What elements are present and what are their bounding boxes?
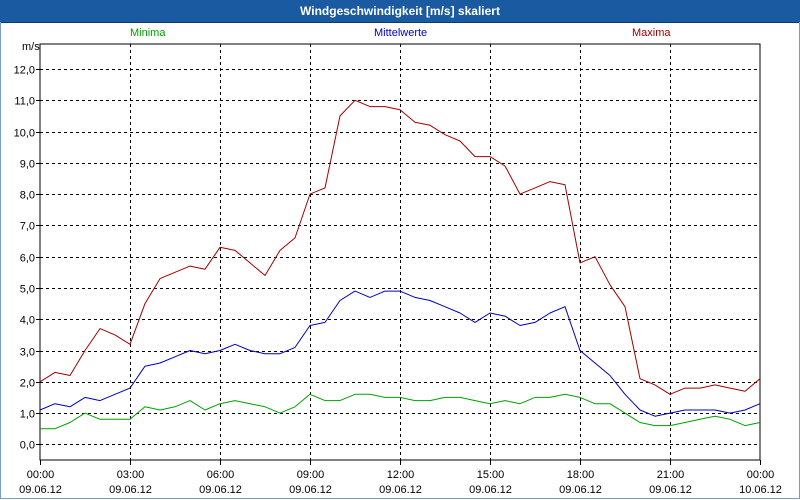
y-tick-label: 12,0 xyxy=(14,65,35,77)
y-tick-label: 0,0 xyxy=(20,440,35,452)
x-tick-date: 09.06.12 xyxy=(469,484,512,496)
x-tick-date: 10.06.12 xyxy=(739,484,782,496)
y-tick-label: 2,0 xyxy=(20,378,35,390)
x-tick-date: 09.06.12 xyxy=(559,484,602,496)
x-tick-time: 03:00 xyxy=(117,469,145,481)
series-group xyxy=(39,99,761,430)
legend-maxima: Maxima xyxy=(632,27,671,39)
chart-title: Windgeschwindigkeit [m/s] skaliert xyxy=(0,0,800,23)
x-axis: 00:00 09.06.12 03:00 09.06.12 06:00 09.06.12 0… xyxy=(19,460,782,496)
x-tick-date: 09.06.12 xyxy=(109,484,152,496)
x-tick-date: 09.06.12 xyxy=(19,484,62,496)
x-tick-time: 15:00 xyxy=(477,469,505,481)
y-tick-label: 5,0 xyxy=(20,284,35,296)
y-tick-label: 4,0 xyxy=(20,315,35,327)
x-tick-time: 18:00 xyxy=(567,469,595,481)
x-tick-time: 21:00 xyxy=(657,469,685,481)
y-axis: 0,0 1,0 2,0 3,0 4,0 5,0 6,0 7,0 8,0 9,0 10,0 11,0 12… xyxy=(14,65,40,452)
y-tick-label: 7,0 xyxy=(20,221,35,233)
legend-minima: Minima xyxy=(130,27,166,39)
y-tick-label: 1,0 xyxy=(20,409,35,421)
y-tick-label: 3,0 xyxy=(20,347,35,359)
x-tick-date: 09.06.12 xyxy=(649,484,692,496)
x-tick-time: 00:00 xyxy=(747,469,775,481)
x-tick-date: 09.06.12 xyxy=(379,484,422,496)
y-tick-label: 10,0 xyxy=(14,128,35,140)
x-tick-time: 06:00 xyxy=(207,469,235,481)
y-tick-label: 9,0 xyxy=(20,159,35,171)
y-tick-label: 11,0 xyxy=(14,96,35,108)
x-tick-time: 09:00 xyxy=(297,469,325,481)
x-tick-time: 12:00 xyxy=(387,469,415,481)
x-tick-date: 09.06.12 xyxy=(199,484,242,496)
y-tick-label: 8,0 xyxy=(20,190,35,202)
y-tick-label: 6,0 xyxy=(20,253,35,265)
y-axis-unit: m/s xyxy=(22,41,40,53)
legend-mittelwerte: Mittelwerte xyxy=(374,27,427,39)
x-tick-date: 09.06.12 xyxy=(289,484,332,496)
chart-svg: 0,0 1,0 2,0 3,0 4,0 5,0 6,0 7,0 8,0 9,0 10,0 11,0 12… xyxy=(14,27,782,496)
x-tick-time: 00:00 xyxy=(27,469,55,481)
